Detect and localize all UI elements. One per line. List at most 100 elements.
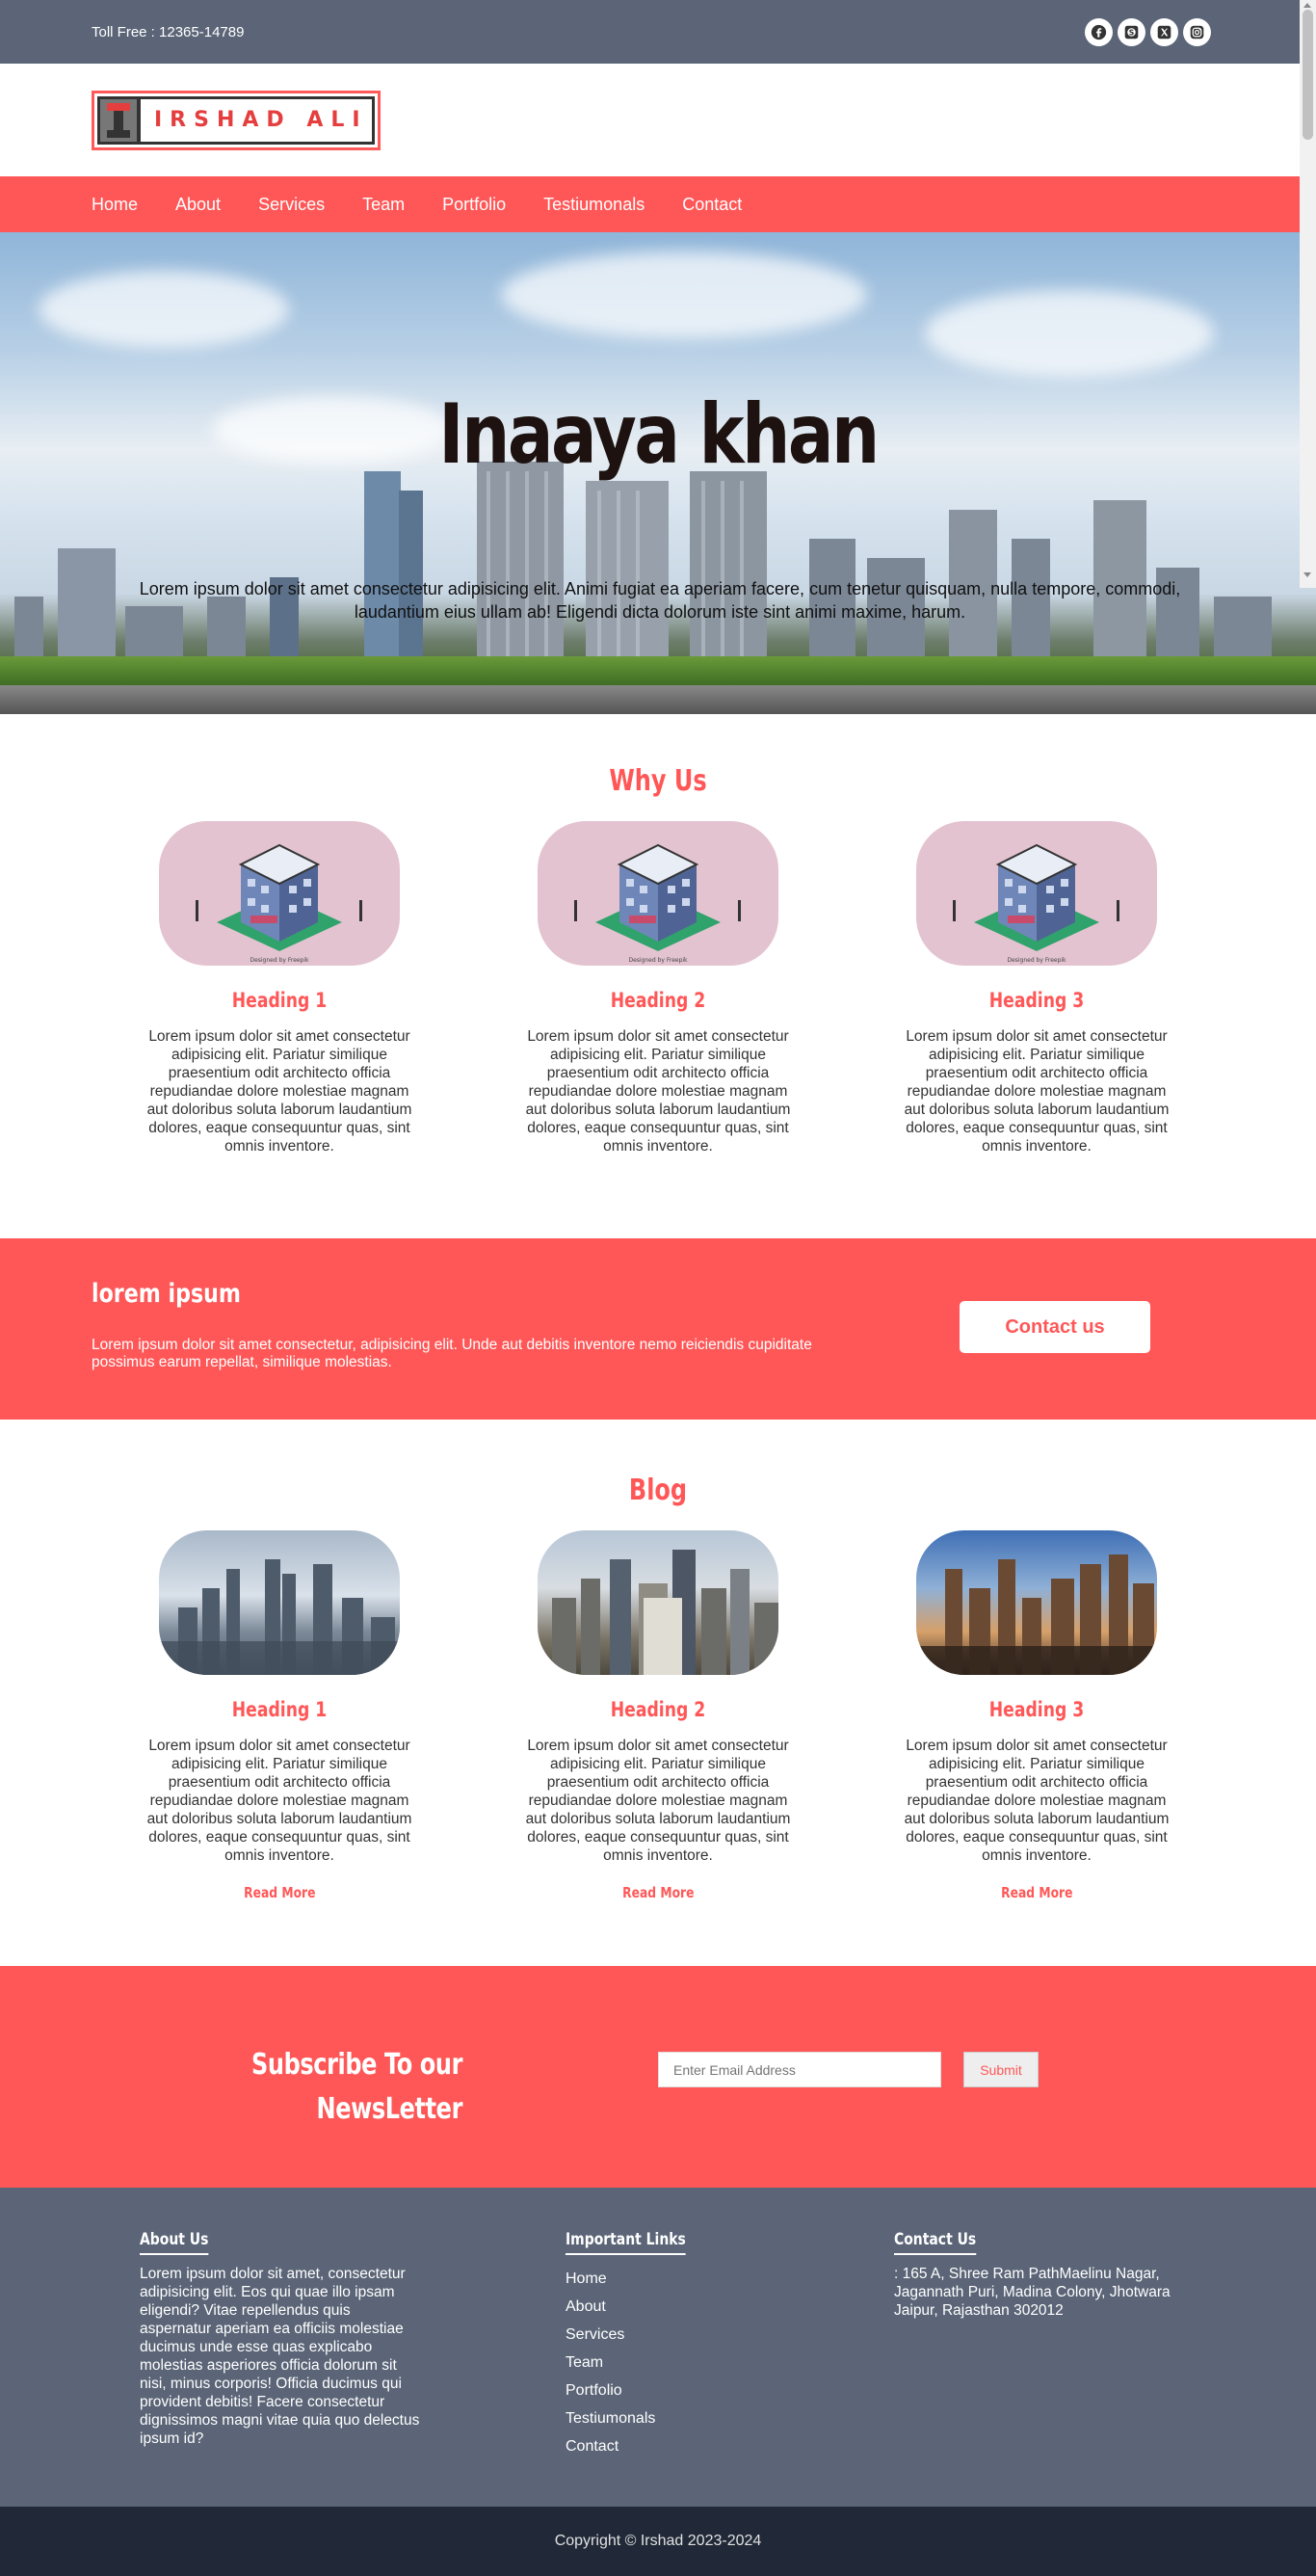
blog-card-text: Lorem ipsum dolor sit amet consectetur a… bbox=[146, 1738, 412, 1864]
hero-title: Inaaya khan bbox=[438, 386, 880, 483]
blog-card-heading: Heading 2 bbox=[610, 1698, 706, 1721]
svg-text:Designed by Freepik: Designed by Freepik bbox=[250, 957, 309, 964]
why-card-text: Lorem ipsum dolor sit amet consectetur a… bbox=[525, 1028, 791, 1155]
nav-portfolio[interactable]: Portfolio bbox=[442, 195, 506, 215]
footer-link-about[interactable]: About bbox=[566, 2298, 606, 2315]
nav-services[interactable]: Services bbox=[258, 195, 325, 215]
city-skyline bbox=[14, 462, 1272, 674]
why-card: Designed by Freepik Heading 3 Lorem ipsu… bbox=[892, 821, 1181, 1155]
footer-link-team[interactable]: Team bbox=[566, 2354, 603, 2371]
footer-links: Important Links Home About Services Team… bbox=[566, 2230, 758, 2460]
logo-text: IRSHAD ALI bbox=[154, 108, 368, 132]
footer-address: : 165 A, Shree Ram PathMaelinu Nagar, Ja… bbox=[894, 2265, 1183, 2320]
blog-card: Heading 2 Lorem ipsum dolor sit amet con… bbox=[513, 1530, 803, 1902]
footer-links-title: Important Links bbox=[566, 2230, 686, 2255]
nav-contact[interactable]: Contact bbox=[682, 195, 742, 215]
hero-banner: Inaaya khan Lorem ipsum dolor sit amet c… bbox=[0, 232, 1316, 714]
blog-card-text: Lorem ipsum dolor sit amet consectetur a… bbox=[525, 1738, 791, 1864]
address-line-1: : 165 A, Shree Ram PathMaelinu Nagar, Ja… bbox=[894, 2266, 1171, 2300]
why-card-text: Lorem ipsum dolor sit amet consectetur a… bbox=[146, 1028, 412, 1155]
copyright-bar: Copyright © Irshad 2023-2024 bbox=[0, 2507, 1316, 2576]
instagram-icon[interactable] bbox=[1183, 17, 1211, 46]
building-icon: Designed by Freepik bbox=[196, 843, 362, 964]
scroll-down-arrow-icon[interactable] bbox=[1303, 572, 1311, 577]
footer-about-text: Lorem ipsum dolor sit amet, consectetur … bbox=[140, 2266, 420, 2447]
blog-image[interactable] bbox=[538, 1530, 778, 1675]
building-illustration: Designed by Freepik bbox=[538, 821, 778, 966]
cta-band: lorem ipsum Lorem ipsum dolor sit amet c… bbox=[0, 1238, 1316, 1420]
hero-text: Lorem ipsum dolor sit amet consectetur a… bbox=[139, 579, 1181, 622]
building-icon: Designed by Freepik bbox=[953, 843, 1119, 964]
building-icon: Designed by Freepik bbox=[574, 843, 741, 964]
submit-button[interactable]: Submit bbox=[963, 2052, 1039, 2087]
blog-card: Heading 1 Lorem ipsum dolor sit amet con… bbox=[135, 1530, 424, 1902]
building-illustration: Designed by Freepik bbox=[916, 821, 1157, 966]
svg-text:Designed by Freepik: Designed by Freepik bbox=[628, 957, 688, 964]
email-input[interactable] bbox=[658, 2052, 941, 2087]
toll-free-number: Toll Free : 12365-14789 bbox=[92, 23, 245, 40]
main-nav: Home About Services Team Portfolio Testi… bbox=[0, 176, 1316, 232]
blog-image[interactable] bbox=[916, 1530, 1157, 1675]
why-card-heading: Heading 2 bbox=[610, 989, 706, 1012]
blog-card-heading: Heading 1 bbox=[231, 1698, 328, 1721]
blog-cards: Heading 1 Lorem ipsum dolor sit amet con… bbox=[0, 1530, 1316, 1902]
logo-frame: IRSHAD ALI bbox=[97, 95, 375, 145]
why-card-text: Lorem ipsum dolor sit amet consectetur a… bbox=[904, 1028, 1170, 1155]
cta-title: lorem ipsum bbox=[92, 1279, 241, 1309]
blog-card-heading: Heading 3 bbox=[988, 1698, 1085, 1721]
footer-link-portfolio[interactable]: Portfolio bbox=[566, 2382, 622, 2399]
svg-text:Designed by Freepik: Designed by Freepik bbox=[1007, 957, 1066, 964]
cloud bbox=[925, 290, 1214, 377]
skype-icon[interactable]: S bbox=[1118, 17, 1145, 46]
city-photo bbox=[159, 1559, 400, 1675]
footer-link-contact[interactable]: Contact bbox=[566, 2438, 619, 2455]
read-more-link[interactable]: Read More bbox=[1001, 1884, 1072, 1901]
road bbox=[0, 685, 1316, 714]
cloud bbox=[39, 271, 289, 348]
footer-links-list: Home About Services Team Portfolio Testi… bbox=[566, 2265, 758, 2460]
why-card-heading: Heading 3 bbox=[988, 989, 1085, 1012]
cta-text: Lorem ipsum dolor sit amet consectetur, … bbox=[92, 1337, 812, 1370]
scroll-up-arrow-icon[interactable] bbox=[1303, 3, 1311, 8]
why-us-section: Why Us Designed by Freepik Heading 1 Lor… bbox=[0, 714, 1316, 1238]
blog-card: Heading 3 Lorem ipsum dolor sit amet con… bbox=[892, 1530, 1181, 1902]
facebook-icon[interactable] bbox=[1085, 17, 1113, 46]
footer-about-title: About Us bbox=[140, 2230, 209, 2255]
why-us-cards: Designed by Freepik Heading 1 Lorem ipsu… bbox=[0, 821, 1316, 1155]
address-line-2: Jaipur, Rajasthan 302012 bbox=[894, 2302, 1064, 2319]
newsletter-title: Subscribe To our NewsLetter bbox=[251, 2048, 462, 2126]
nav-home[interactable]: Home bbox=[92, 195, 138, 215]
copyright-text: Copyright © Irshad 2023-2024 bbox=[554, 2533, 762, 2549]
nav-about[interactable]: About bbox=[175, 195, 221, 215]
nav-team[interactable]: Team bbox=[362, 195, 405, 215]
social-links: S bbox=[1085, 17, 1211, 46]
contact-us-button[interactable]: Contact us bbox=[960, 1301, 1150, 1353]
footer-link-testimonials[interactable]: Testiumonals bbox=[566, 2410, 655, 2427]
read-more-link[interactable]: Read More bbox=[622, 1884, 694, 1901]
nav-testimonials[interactable]: Testiumonals bbox=[543, 195, 645, 215]
city-photo bbox=[916, 1554, 1157, 1675]
logo-mark bbox=[100, 98, 141, 142]
site-logo[interactable]: IRSHAD ALI bbox=[92, 90, 381, 150]
scrollbar[interactable] bbox=[1300, 0, 1316, 588]
top-bar: Toll Free : 12365-14789 S bbox=[0, 0, 1316, 64]
footer-contact: Contact Us : 165 A, Shree Ram PathMaelin… bbox=[894, 2230, 1183, 2320]
footer: About Us Lorem ipsum dolor sit amet, con… bbox=[0, 2188, 1316, 2507]
blog-card-text: Lorem ipsum dolor sit amet consectetur a… bbox=[904, 1738, 1170, 1864]
footer-link-home[interactable]: Home bbox=[566, 2271, 607, 2287]
tree-line bbox=[0, 656, 1316, 685]
scrollbar-thumb[interactable] bbox=[1303, 10, 1313, 140]
x-twitter-icon[interactable] bbox=[1150, 17, 1178, 46]
blog-section: Blog Heading 1 Lorem ipsum dolor sit ame… bbox=[0, 1420, 1316, 1966]
footer-link-services[interactable]: Services bbox=[566, 2326, 624, 2343]
why-us-title: Why Us bbox=[609, 764, 707, 798]
why-card: Designed by Freepik Heading 2 Lorem ipsu… bbox=[513, 821, 803, 1155]
newsletter-section: Subscribe To our NewsLetter Submit bbox=[0, 1966, 1316, 2188]
cloud bbox=[501, 252, 867, 338]
city-photo bbox=[552, 1550, 778, 1675]
blog-image[interactable] bbox=[159, 1530, 400, 1675]
read-more-link[interactable]: Read More bbox=[244, 1884, 315, 1901]
footer-contact-title: Contact Us bbox=[894, 2230, 977, 2255]
logo-i-icon bbox=[107, 102, 130, 138]
why-card-heading: Heading 1 bbox=[231, 989, 328, 1012]
